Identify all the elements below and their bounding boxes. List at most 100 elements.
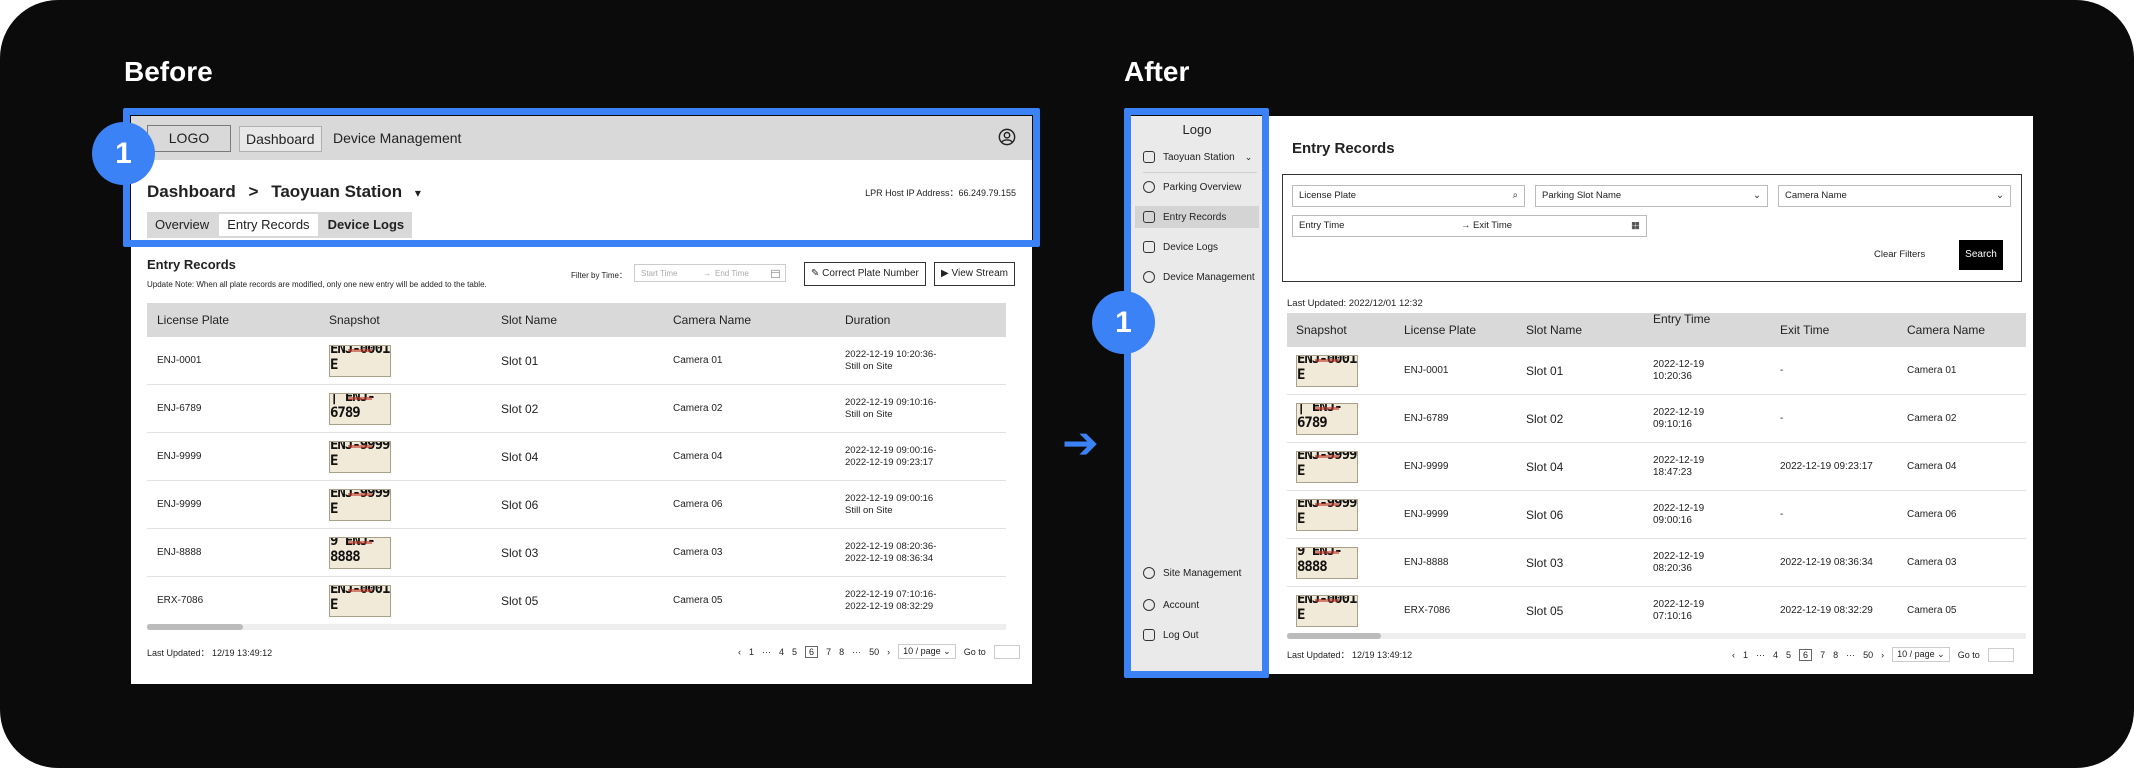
page-1[interactable]: 1 <box>749 647 754 657</box>
plate-snapshot-image[interactable]: ENJ-9999 E <box>329 440 391 473</box>
license-plate-cell: ERX-7086 <box>1404 605 1451 616</box>
start-time-placeholder[interactable]: Start Time <box>641 269 677 278</box>
table-row[interactable]: ENJ-8888 9 ENJ-8888 Slot 03 Camera 03 2022-1… <box>147 529 1006 577</box>
plate-snapshot-image[interactable]: 9 ENJ-8888 <box>329 536 391 569</box>
table-row[interactable]: | ENJ-6789 ENJ-6789 Slot 02 2022-12-19 09:10… <box>1287 395 2026 443</box>
time-range-picker[interactable]: Start Time → End Time <box>634 264 786 282</box>
plate-snapshot-image[interactable]: ENJ-0001 E <box>329 344 391 377</box>
page-50[interactable]: 50 <box>1863 650 1873 660</box>
plate-snapshot-image[interactable]: ENJ-0001 E <box>329 584 391 617</box>
license-plate-cell: ENJ-9999 <box>157 499 202 510</box>
page-ellipsis-2[interactable]: ··· <box>852 647 861 657</box>
scrollbar-thumb[interactable] <box>147 624 243 630</box>
page-size-select[interactable]: 10 / page ⌄ <box>898 644 956 659</box>
table-row[interactable]: ENJ-9999 E ENJ-9999 Slot 06 2022-12-19 09:00… <box>1287 491 2026 539</box>
plate-snapshot-image[interactable]: ENJ-9999 E <box>1296 450 1358 483</box>
exit-time-placeholder[interactable]: Exit Time <box>1473 216 1512 236</box>
entry-time-cell: 2022-12-19 10:20:36 <box>1646 359 1773 383</box>
camera-name-cell: Camera 01 <box>1907 365 1957 376</box>
prev-page-icon[interactable]: ‹ <box>1732 650 1735 660</box>
camera-name-cell: Camera 05 <box>673 595 723 606</box>
duration-end: Still on Site <box>845 504 893 516</box>
page-6-current[interactable]: 6 <box>1799 648 1813 661</box>
page-1[interactable]: 1 <box>1743 650 1748 660</box>
search-button[interactable]: Search <box>1959 240 2003 270</box>
table-row[interactable]: ENJ-0001 E ENJ-0001 Slot 01 2022-12-19 10:20… <box>1287 347 2026 395</box>
table-row[interactable]: 9 ENJ-8888 ENJ-8888 Slot 03 2022-12-19 08:20… <box>1287 539 2026 587</box>
column-license-plate: License Plate <box>157 313 230 327</box>
entry-date: 2022-12-19 <box>1653 454 1705 466</box>
table-row[interactable]: ENJ-0001 E ERX-7086 Slot 05 2022-12-19 07:10… <box>1287 587 2026 635</box>
parking-slot-placeholder: Parking Slot Name <box>1542 190 1622 201</box>
page-5[interactable]: 5 <box>1786 650 1791 660</box>
table-row[interactable]: ERX-7086 ENJ-0001 E Slot 05 Camera 05 2022-1… <box>147 577 1006 625</box>
camera-name-cell: Camera 03 <box>673 547 723 558</box>
snapshot-cell: ENJ-9999 E <box>1287 450 1397 483</box>
view-stream-button[interactable]: ▶ View Stream <box>934 262 1015 286</box>
exit-time-cell: 2022-12-19 08:32:29 <box>1780 605 1873 616</box>
entry-time-cell: 2022-12-19 09:10:16 <box>1646 407 1773 431</box>
page-8[interactable]: 8 <box>1833 650 1838 660</box>
license-plate-cell: ERX-7086 <box>157 595 204 606</box>
next-page-icon[interactable]: › <box>887 647 890 657</box>
snapshot-cell: ENJ-0001 E <box>1287 354 1397 387</box>
page-4[interactable]: 4 <box>1773 650 1778 660</box>
scrollbar-thumb[interactable] <box>1287 633 1381 639</box>
table-header: Snapshot License Plate Slot Name Entry T… <box>1287 313 2026 347</box>
entry-exit-time-range[interactable]: Entry Time → Exit Time ▦ <box>1292 215 1647 237</box>
plate-snapshot-image[interactable]: ENJ-0001 E <box>1296 354 1358 387</box>
page-7[interactable]: 7 <box>826 647 831 657</box>
range-arrow: → <box>1461 220 1471 231</box>
next-page-icon[interactable]: › <box>1881 650 1884 660</box>
page-ellipsis[interactable]: ··· <box>1756 650 1765 660</box>
plate-snapshot-image[interactable]: | ENJ-6789 <box>329 392 391 425</box>
correct-plate-button[interactable]: ✎ Correct Plate Number <box>804 262 926 286</box>
prev-page-icon[interactable]: ‹ <box>738 647 741 657</box>
goto-input[interactable] <box>1987 647 2014 662</box>
page-5[interactable]: 5 <box>792 647 797 657</box>
parking-slot-select[interactable]: Parking Slot Name ⌄ <box>1535 185 1768 207</box>
plate-snapshot-image[interactable]: ENJ-0001 E <box>1296 594 1358 627</box>
duration-end: 2022-12-19 09:23:17 <box>845 456 934 468</box>
page-7[interactable]: 7 <box>1820 650 1825 660</box>
page-ellipsis[interactable]: ··· <box>762 647 771 657</box>
chevron-down-icon: ⌄ <box>1753 190 1761 201</box>
page-4[interactable]: 4 <box>779 647 784 657</box>
license-plate-cell: ENJ-9999 <box>1404 461 1449 472</box>
page-8[interactable]: 8 <box>839 647 844 657</box>
table-row[interactable]: ENJ-6789 | ENJ-6789 Slot 02 Camera 02 2022-1… <box>147 385 1006 433</box>
camera-name-cell: Camera 03 <box>1907 557 1957 568</box>
entry-time-placeholder[interactable]: Entry Time <box>1299 220 1344 231</box>
column-entry-time: Entry Time <box>1653 312 1711 326</box>
plate-snapshot-image[interactable]: ENJ-9999 E <box>329 488 391 521</box>
page-50[interactable]: 50 <box>869 647 879 657</box>
table-row[interactable]: ENJ-9999 E ENJ-9999 Slot 04 2022-12-19 18:47… <box>1287 443 2026 491</box>
table-row[interactable]: ENJ-0001 ENJ-0001 E Slot 01 Camera 01 2022-1… <box>147 337 1006 385</box>
plate-snapshot-image[interactable]: ENJ-9999 E <box>1296 498 1358 531</box>
table-row[interactable]: ENJ-9999 ENJ-9999 E Slot 06 Camera 06 2022-1… <box>147 481 1006 529</box>
page-size-select[interactable]: 10 / page ⌄ <box>1892 647 1950 662</box>
plate-snapshot-image[interactable]: 9 ENJ-8888 <box>1296 546 1358 579</box>
plate-snapshot-image[interactable]: | ENJ-6789 <box>1296 402 1358 435</box>
page-6-current[interactable]: 6 <box>805 645 819 658</box>
end-time-placeholder[interactable]: End Time <box>715 269 749 278</box>
license-plate-placeholder: License Plate <box>1299 190 1357 201</box>
slot-name-cell: Slot 04 <box>1526 459 1564 474</box>
goto-input[interactable] <box>993 644 1020 659</box>
camera-name-select[interactable]: Camera Name ⌄ <box>1778 185 2011 207</box>
duration-cell: 2022-12-19 09:00:16- 2022-12-19 09:23:17 <box>835 445 1006 469</box>
column-slot-name: Slot Name <box>501 313 558 327</box>
camera-name-cell: Camera 05 <box>1907 605 1957 616</box>
horizontal-scrollbar[interactable] <box>1287 633 2026 639</box>
clear-filters-button[interactable]: Clear Filters <box>1874 249 1925 260</box>
table-row[interactable]: ENJ-9999 ENJ-9999 E Slot 04 Camera 04 2022-1… <box>147 433 1006 481</box>
page-ellipsis-2[interactable]: ··· <box>1846 650 1855 660</box>
camera-name-cell: Camera 04 <box>673 451 723 462</box>
license-plate-input[interactable]: License Plate ⌕ <box>1292 185 1525 207</box>
license-plate-cell: ENJ-8888 <box>157 547 202 558</box>
slot-name-cell: Slot 01 <box>1526 363 1564 378</box>
video-camera-icon: ▶ <box>941 268 949 279</box>
range-arrow: → <box>703 269 711 278</box>
slot-name-cell: Slot 05 <box>1526 603 1564 618</box>
horizontal-scrollbar[interactable] <box>147 624 1006 630</box>
